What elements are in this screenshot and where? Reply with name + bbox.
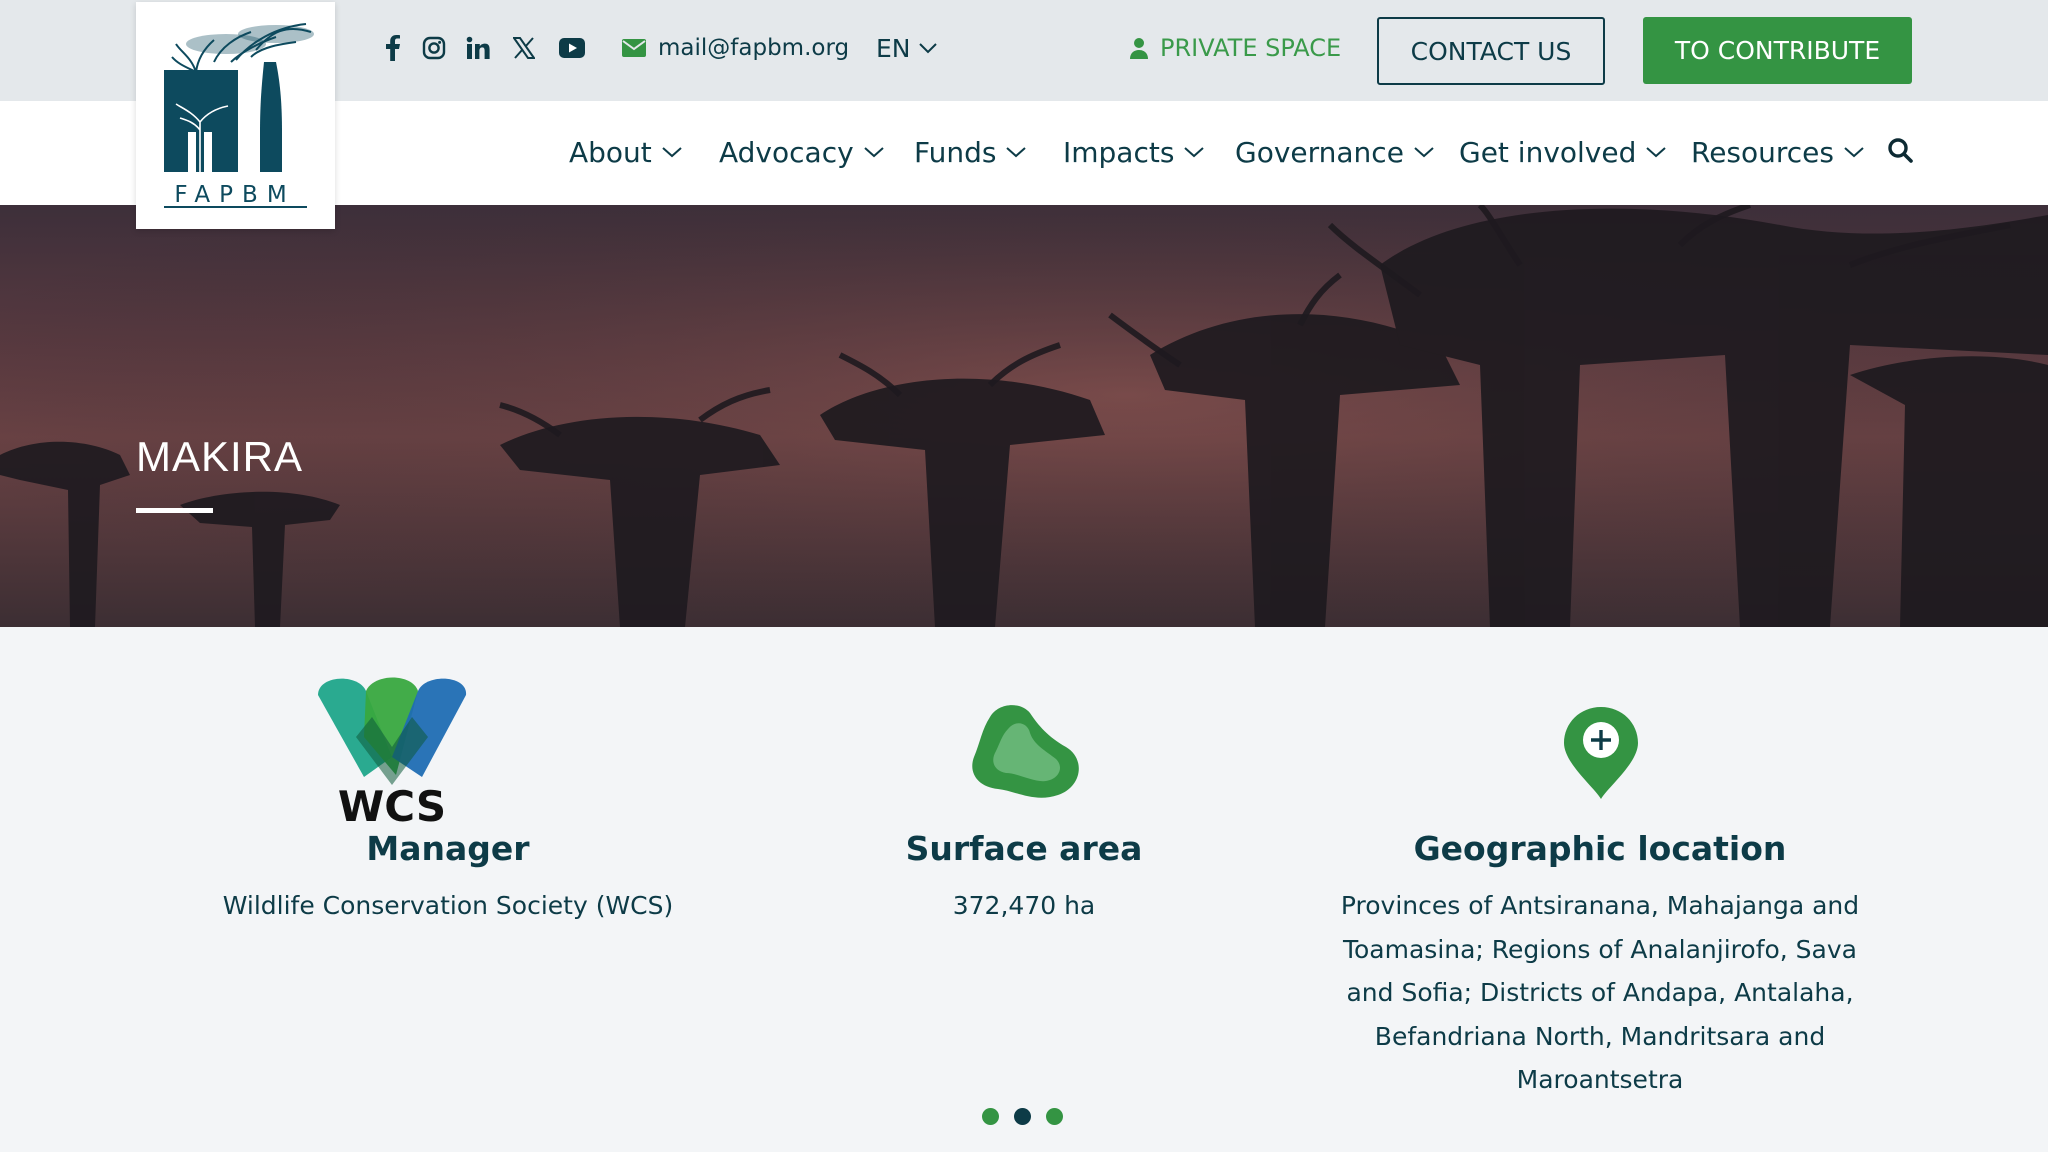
logo-text: FAPBM	[174, 182, 295, 208]
chevron-down-icon	[1184, 146, 1205, 158]
nav-item-get-involved[interactable]: Get involved	[1459, 130, 1667, 174]
instagram-icon[interactable]	[418, 32, 450, 64]
nav-item-label: Governance	[1235, 135, 1404, 169]
baobab-silhouette-image	[0, 205, 2048, 627]
search-icon	[1887, 137, 1913, 167]
nav-item-impacts[interactable]: Impacts	[1063, 130, 1205, 174]
info-text-surface: 372,470 ha	[952, 891, 1096, 920]
linkedin-icon[interactable]	[462, 32, 494, 64]
info-text-location: Provinces of Antsiranana, Mahajanga and …	[1310, 884, 1890, 1102]
nav-item-label: Impacts	[1063, 135, 1175, 169]
location-line: Maroantsetra	[1516, 1065, 1684, 1094]
location-line: Befandriana North, Mandritsara and	[1374, 1021, 1826, 1051]
chevron-down-icon	[662, 146, 682, 158]
page-title: MAKIRA	[136, 433, 304, 480]
email-link[interactable]: mail@fapbm.org	[622, 28, 849, 68]
chevron-down-icon	[1006, 146, 1027, 158]
private-space-label: PRIVATE SPACE	[1160, 34, 1342, 62]
carousel-dot-3[interactable]	[1046, 1108, 1063, 1125]
location-line: Provinces of Antsiranana, Mahajanga and	[1340, 891, 1860, 920]
info-title-manager: Manager	[366, 829, 530, 868]
carousel-pagination	[982, 1108, 1078, 1126]
hero-banner: MAKIRA	[0, 205, 2048, 627]
user-icon	[1130, 37, 1148, 59]
contribute-button[interactable]: TO CONTRIBUTE	[1643, 17, 1912, 84]
carousel-dot-2-active[interactable]	[1014, 1108, 1031, 1125]
nav-item-label: Resources	[1691, 135, 1834, 169]
wcs-logo-icon: WCS	[318, 677, 467, 825]
title-underline	[136, 508, 213, 513]
nav-item-label: Get involved	[1459, 135, 1637, 169]
chevron-down-icon	[863, 146, 884, 158]
nav-item-advocacy[interactable]: Advocacy	[719, 130, 884, 174]
info-title-surface: Surface area	[905, 829, 1143, 868]
youtube-icon[interactable]	[556, 32, 588, 64]
area-shape-icon	[972, 705, 1079, 798]
baobab-logo-icon: FAPBM	[164, 23, 314, 208]
private-space-link[interactable]: PRIVATE SPACE	[1130, 28, 1341, 68]
chevron-down-icon	[1646, 146, 1667, 158]
info-title-location: Geographic location	[1413, 829, 1787, 868]
x-twitter-icon[interactable]	[508, 32, 540, 64]
nav-item-governance[interactable]: Governance	[1235, 130, 1434, 174]
fapbm-logo[interactable]: FAPBM	[136, 2, 335, 229]
info-text-manager: Wildlife Conservation Society (WCS)	[222, 891, 674, 920]
site-info-section: WCS Manager Wildlife Conservation Societ…	[0, 627, 2048, 1152]
nav-item-label: Advocacy	[719, 135, 854, 169]
search-button[interactable]	[1884, 136, 1916, 168]
carousel-dot-1[interactable]	[982, 1108, 999, 1125]
location-line: Toamasina; Regions of Analanjirofo, Sava	[1342, 934, 1857, 964]
chevron-down-icon	[1844, 146, 1864, 158]
wcs-logo-text: WCS	[338, 782, 446, 825]
chevron-down-icon	[918, 42, 937, 54]
contact-us-button[interactable]: CONTACT US	[1377, 17, 1605, 85]
chevron-down-icon	[1414, 146, 1434, 158]
nav-item-funds[interactable]: Funds	[914, 130, 1027, 174]
nav-item-about[interactable]: About	[569, 130, 682, 174]
location-line: and Sofia; Districts of Andapa, Antalaha…	[1346, 978, 1854, 1007]
nav-item-label: About	[569, 135, 652, 169]
language-current: EN	[876, 33, 911, 63]
location-pin-icon	[1564, 707, 1638, 799]
nav-item-resources[interactable]: Resources	[1691, 130, 1864, 174]
facebook-icon[interactable]	[376, 32, 408, 64]
envelope-icon	[622, 39, 646, 57]
language-selector[interactable]: EN	[876, 28, 937, 68]
email-address: mail@fapbm.org	[658, 35, 850, 61]
nav-item-label: Funds	[914, 135, 997, 169]
